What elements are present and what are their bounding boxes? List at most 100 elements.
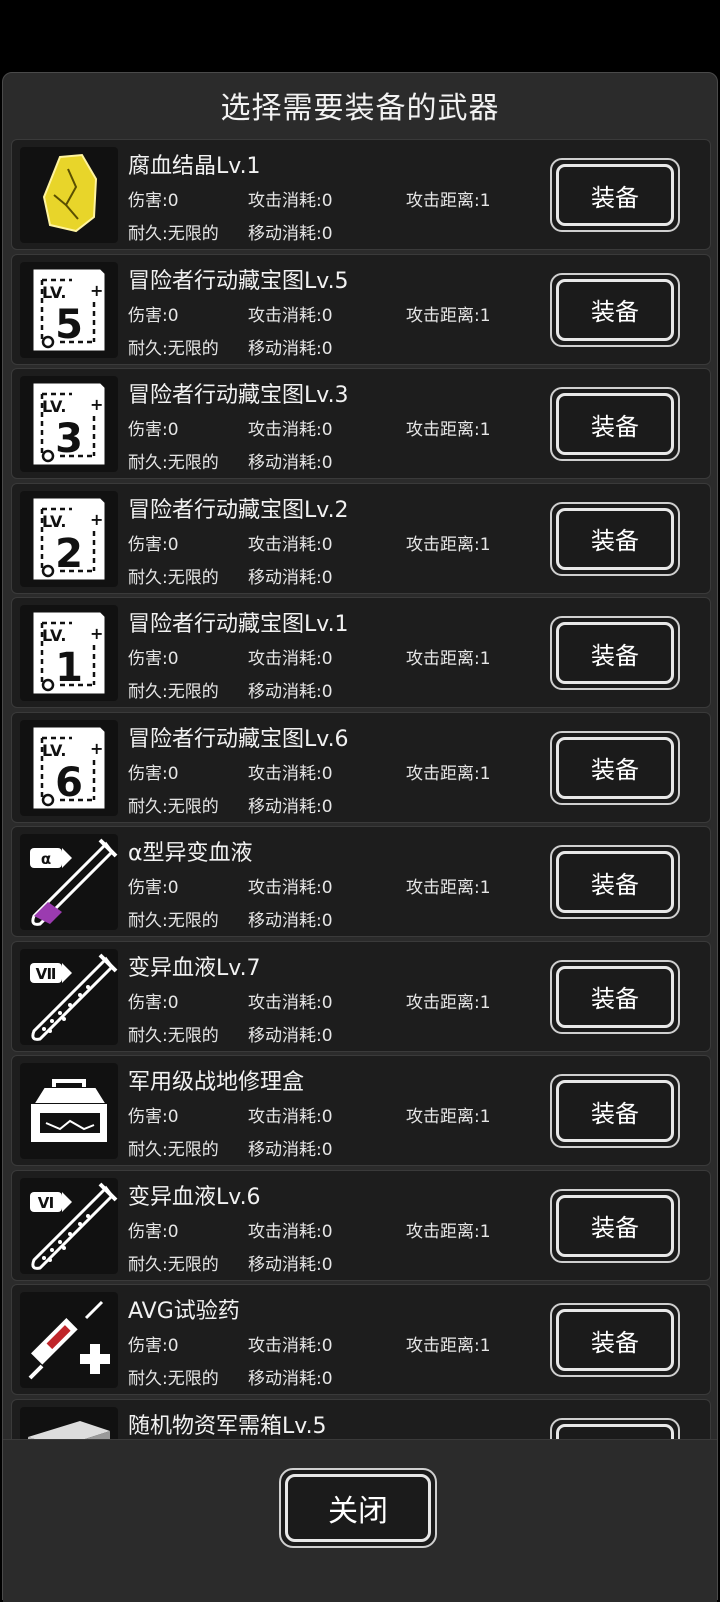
- close-button[interactable]: 关闭: [279, 1468, 437, 1548]
- damage-stat: 伤害:0: [128, 1221, 179, 1242]
- svg-text:α: α: [41, 850, 51, 868]
- weapon-list-item[interactable]: Ⅶ 变异血液Lv.7 伤害:0 攻击消耗:0 攻击距离:1 耐久:无限的 移动消耗:0 装备: [11, 940, 711, 1052]
- svg-text:Ⅵ: Ⅵ: [38, 1194, 55, 1212]
- svg-text:5: 5: [55, 302, 83, 348]
- attack-range-stat: 攻击距离:1: [406, 420, 491, 440]
- durability-stat: 耐久:无限的: [128, 1369, 219, 1389]
- move-cost-stat: 移动消耗:0: [248, 796, 333, 817]
- equip-button[interactable]: 装备: [550, 1188, 680, 1263]
- weapon-name: 变异血液Lv.6: [128, 1184, 261, 1210]
- move-cost-stat: 移动消耗:0: [248, 567, 333, 588]
- svg-text:6: 6: [55, 760, 83, 806]
- attack-cost-stat: 攻击消耗:0: [248, 878, 333, 898]
- attack-cost-stat: 攻击消耗:0: [248, 420, 333, 440]
- equip-button[interactable]: 装备: [550, 387, 680, 461]
- svg-text:LV.: LV.: [42, 512, 66, 531]
- svg-text:LV.: LV.: [42, 397, 66, 416]
- svg-text:LV.: LV.: [42, 283, 66, 302]
- equip-button-label: 装备: [556, 1194, 674, 1257]
- attack-range-stat: 攻击距离:1: [406, 992, 491, 1013]
- svg-text:3: 3: [55, 416, 83, 462]
- weapon-list-item[interactable]: LV. +3 冒险者行动藏宝图Lv.3 伤害:0 攻击消耗:0 攻击距离:1 耐久:无限的 移…: [11, 368, 711, 479]
- weapon-list-item[interactable]: LV. +1 冒险者行动藏宝图Lv.1 伤害:0 攻击消耗:0 攻击距离:1 耐久:无限的 移…: [11, 597, 711, 708]
- treasure-map-icon: LV. +3: [20, 376, 118, 472]
- svg-text:+: +: [90, 281, 103, 300]
- attack-cost-stat: 攻击消耗:0: [248, 305, 333, 326]
- attack-cost-stat: 攻击消耗:0: [248, 1336, 333, 1356]
- durability-stat: 耐久:无限的: [128, 796, 219, 817]
- equip-button-label: 装备: [556, 622, 674, 684]
- weapon-name: 军用级战地修理盒: [128, 1070, 305, 1095]
- weapon-name: 变异血液Lv.7: [128, 955, 261, 981]
- treasure-map-icon: LV. +2: [20, 490, 118, 587]
- weapon-list-item[interactable]: 军用级战地修理盒 伤害:0 攻击消耗:0 攻击距离:1 耐久:无限的 移动消耗:0 装备: [11, 1055, 711, 1166]
- damage-stat: 伤害:0: [128, 992, 179, 1013]
- move-cost-stat: 移动消耗:0: [248, 453, 333, 473]
- weapon-name: 冒险者行动藏宝图Lv.6: [128, 726, 349, 752]
- weapon-list-item[interactable]: LV. +6 冒险者行动藏宝图Lv.6 伤害:0 攻击消耗:0 攻击距离:1 耐久:无限的 移…: [11, 711, 711, 823]
- equip-button[interactable]: 装备: [550, 845, 680, 919]
- crystal-icon: [20, 147, 118, 243]
- svg-text:Ⅶ: Ⅶ: [36, 965, 57, 983]
- weapon-list[interactable]: 腐血结晶Lv.1 伤害:0 攻击消耗:0 攻击距离:1 耐久:无限的 移动消耗:0 装备 LV…: [11, 139, 711, 1469]
- damage-stat: 伤害:0: [128, 420, 179, 440]
- weapon-select-dialog: 选择需要装备的武器 腐血结晶Lv.1 伤害:0 攻击消耗:0 攻击距离:1 耐久:无限的…: [2, 72, 718, 1602]
- weapon-name: α型异变血液: [128, 841, 253, 866]
- weapon-list-item[interactable]: α α型异变血液 伤害:0 攻击消耗:0 攻击距离:1 耐久:无限的 移动消耗:0 装备: [11, 826, 711, 937]
- weapon-list-item[interactable]: LV. +5 冒险者行动藏宝图Lv.5 伤害:0 攻击消耗:0 攻击距离:1 耐久:无限的 移…: [11, 253, 711, 365]
- equip-button-label: 装备: [556, 278, 674, 341]
- attack-cost-stat: 攻击消耗:0: [248, 992, 333, 1013]
- durability-stat: 耐久:无限的: [128, 1140, 219, 1160]
- attack-range-stat: 攻击距离:1: [406, 649, 491, 669]
- svg-text:2: 2: [55, 531, 83, 577]
- equip-button[interactable]: 装备: [550, 158, 680, 232]
- equip-button-label: 装备: [556, 393, 674, 455]
- equip-button-label: 装备: [556, 965, 674, 1028]
- syringe-icon: [20, 1292, 118, 1388]
- equip-button[interactable]: 装备: [550, 1074, 680, 1148]
- attack-range-stat: 攻击距离:1: [406, 1336, 491, 1356]
- attack-range-stat: 攻击距离:1: [406, 763, 491, 784]
- treasure-map-icon: LV. +6: [20, 719, 118, 816]
- equip-button[interactable]: 装备: [550, 616, 680, 690]
- damage-stat: 伤害:0: [128, 191, 179, 211]
- equip-button[interactable]: 装备: [550, 501, 680, 576]
- durability-stat: 耐久:无限的: [128, 1254, 219, 1275]
- attack-cost-stat: 攻击消耗:0: [248, 534, 333, 555]
- test-tube-icon: Ⅶ: [20, 948, 118, 1045]
- attack-cost-stat: 攻击消耗:0: [248, 191, 333, 211]
- weapon-name: 冒险者行动藏宝图Lv.2: [128, 497, 349, 523]
- weapon-name: 冒险者行动藏宝图Lv.5: [128, 268, 349, 294]
- toolbox-icon: [20, 1063, 118, 1159]
- weapon-list-item[interactable]: Ⅵ 变异血液Lv.6 伤害:0 攻击消耗:0 攻击距离:1 耐久:无限的 移动消耗:0 装备: [11, 1169, 711, 1281]
- test-tube-icon: Ⅵ: [20, 1177, 118, 1274]
- attack-range-stat: 攻击距离:1: [406, 191, 491, 211]
- svg-text:LV.: LV.: [42, 626, 66, 645]
- equip-button[interactable]: 装备: [550, 272, 680, 347]
- move-cost-stat: 移动消耗:0: [248, 1369, 333, 1389]
- move-cost-stat: 移动消耗:0: [248, 1254, 333, 1275]
- svg-text:LV.: LV.: [42, 741, 66, 760]
- svg-text:+: +: [90, 395, 103, 414]
- weapon-list-item[interactable]: AVG试验药 伤害:0 攻击消耗:0 攻击距离:1 耐久:无限的 移动消耗:0 装备: [11, 1284, 711, 1395]
- equip-button[interactable]: 装备: [550, 1303, 680, 1377]
- move-cost-stat: 移动消耗:0: [248, 1140, 333, 1160]
- treasure-map-icon: LV. +5: [20, 261, 118, 358]
- dialog-title: 选择需要装备的武器: [220, 91, 500, 126]
- damage-stat: 伤害:0: [128, 1336, 179, 1356]
- weapon-list-item[interactable]: LV. +2 冒险者行动藏宝图Lv.2 伤害:0 攻击消耗:0 攻击距离:1 耐久:无限的 移…: [11, 482, 711, 594]
- attack-range-stat: 攻击距离:1: [406, 1221, 491, 1242]
- attack-cost-stat: 攻击消耗:0: [248, 1221, 333, 1242]
- equip-button-label: 装备: [556, 851, 674, 913]
- attack-cost-stat: 攻击消耗:0: [248, 763, 333, 784]
- weapon-list-item[interactable]: 腐血结晶Lv.1 伤害:0 攻击消耗:0 攻击距离:1 耐久:无限的 移动消耗:0 装备: [11, 139, 711, 250]
- weapon-name: 腐血结晶Lv.1: [128, 154, 261, 179]
- durability-stat: 耐久:无限的: [128, 338, 219, 359]
- equip-button[interactable]: 装备: [550, 730, 680, 805]
- attack-range-stat: 攻击距离:1: [406, 305, 491, 326]
- durability-stat: 耐久:无限的: [128, 1025, 219, 1046]
- damage-stat: 伤害:0: [128, 1107, 179, 1127]
- equip-button[interactable]: 装备: [550, 959, 680, 1034]
- attack-range-stat: 攻击距离:1: [406, 878, 491, 898]
- damage-stat: 伤害:0: [128, 534, 179, 555]
